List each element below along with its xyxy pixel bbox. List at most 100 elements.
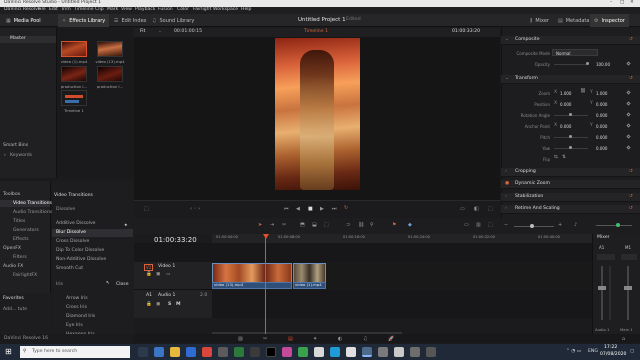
app-icon[interactable] — [378, 347, 388, 357]
loop-icon[interactable]: ↻ — [344, 205, 348, 211]
link-icon[interactable]: ⛓ — [580, 89, 586, 95]
reset-icon[interactable]: ↺ — [629, 37, 633, 43]
deliver-page-icon[interactable]: 🚀 — [388, 336, 394, 342]
transition-item[interactable]: Diamond Iris — [66, 314, 95, 320]
davinci-resolve-taskbar-icon[interactable] — [362, 347, 372, 357]
yaw-knob[interactable] — [569, 146, 572, 149]
edit-index-button[interactable]: ☰ Edit Index — [110, 14, 151, 27]
menu-help[interactable]: Help — [241, 7, 251, 13]
menu-davinci[interactable]: DaVinci Resolve — [4, 7, 41, 13]
color-page-icon[interactable]: ◐ — [338, 336, 342, 342]
lock-track-icon[interactable]: 🔒 — [146, 272, 152, 278]
menu-file[interactable]: File — [38, 7, 46, 13]
opacity-knob[interactable] — [586, 62, 589, 65]
a1-fader-track[interactable] — [601, 266, 603, 320]
app-icon[interactable] — [346, 347, 356, 357]
fullscreen-icon[interactable]: ⬚ — [488, 206, 493, 212]
clip-thumbnail[interactable] — [61, 41, 87, 57]
m1-fader-track[interactable] — [627, 266, 629, 320]
transition-item[interactable]: Arrow Iris — [66, 296, 88, 302]
transition-item[interactable]: Cross Iris — [66, 305, 87, 311]
anchor-y-value[interactable]: 0.000 — [596, 124, 607, 129]
timeline-zoom-knob[interactable] — [530, 224, 534, 228]
taskbar-search-input[interactable]: ⚲ Type here to search — [20, 346, 130, 358]
viewer-zoom-select[interactable]: Fit — [140, 29, 145, 35]
media-pool-button[interactable]: ▦ Media Pool — [2, 14, 45, 27]
menu-workspace[interactable]: Workspace — [213, 7, 238, 13]
cropping-section[interactable]: › Cropping ↺ — [501, 168, 640, 177]
transform-section[interactable]: ⌄ Transform ↺ — [501, 75, 640, 84]
replace-clip-icon[interactable]: ⬚ — [324, 222, 329, 228]
effects-item[interactable]: Effects — [13, 237, 29, 243]
auto-select-icon[interactable]: ▣ — [156, 302, 160, 308]
mute-button[interactable]: M — [176, 302, 181, 308]
timeline-thumbnail[interactable] — [61, 90, 87, 106]
store-icon[interactable] — [186, 347, 196, 357]
menu-playback[interactable]: Playback — [135, 7, 156, 13]
transition-item[interactable]: Dip To Color Dissolve — [56, 248, 104, 254]
position-y-value[interactable]: 0.000 — [596, 102, 607, 107]
edge-icon[interactable] — [154, 347, 164, 357]
clock-time[interactable]: 17:22 — [604, 345, 617, 351]
playhead-handle[interactable] — [263, 234, 269, 239]
titles-item[interactable]: Titles — [13, 219, 25, 225]
enable-dot-icon[interactable]: ● — [505, 181, 509, 187]
app-icon[interactable] — [330, 347, 340, 357]
lock-track-icon[interactable]: 🔒 — [146, 302, 152, 308]
app-icon[interactable] — [394, 347, 404, 357]
insert-clip-icon[interactable]: ⬒ — [300, 222, 305, 228]
app-icon[interactable] — [218, 347, 228, 357]
reset-icon[interactable]: ↺ — [629, 76, 633, 82]
notification-icon[interactable]: ▢ — [630, 349, 634, 355]
task-view-icon[interactable] — [138, 347, 148, 357]
linked-selection-icon[interactable]: ⛓ — [358, 222, 364, 228]
close-window-button[interactable]: ✕ — [630, 0, 634, 6]
language-indicator[interactable]: ENG — [588, 349, 598, 355]
effects-library-button[interactable]: ✧ Effects Library — [58, 14, 110, 27]
sound-library-button[interactable]: ♫ Sound Library — [148, 14, 198, 27]
app-icon[interactable] — [250, 347, 260, 357]
menu-fairlight[interactable]: Fairlight — [193, 7, 211, 13]
composite-section[interactable]: ⌄ Composite ↺ — [501, 36, 640, 45]
maximize-button[interactable]: □ — [620, 0, 624, 6]
app-icon[interactable] — [314, 347, 324, 357]
match-frame-icon[interactable]: ▭ — [460, 206, 465, 212]
position-x-value[interactable]: 0.000 — [560, 102, 571, 107]
reset-icon[interactable]: ↺ — [629, 206, 633, 212]
menu-edit[interactable]: Edit — [49, 7, 58, 13]
menu-view[interactable]: View — [121, 7, 132, 13]
clip-thumbnail[interactable] — [61, 66, 87, 82]
audio-fx-item[interactable]: Audio FX — [3, 264, 23, 270]
skip-end-icon[interactable]: ⏭ — [332, 206, 337, 212]
app-icon[interactable] — [266, 347, 276, 357]
clip-thumbnail[interactable] — [97, 41, 123, 57]
input-select[interactable] — [621, 254, 637, 260]
inspector-button[interactable]: ⚙ Inspector — [590, 14, 629, 27]
close-button[interactable]: Close — [116, 282, 129, 288]
custom-zoom-icon[interactable]: ⬚ — [488, 222, 493, 228]
video-clip[interactable] — [212, 263, 292, 284]
m1-fader-knob[interactable] — [624, 286, 632, 290]
system-tray-icons[interactable]: ⌃ ◔ ▭ — [566, 349, 581, 355]
opacity-value[interactable]: 100.00 — [596, 62, 610, 67]
file-explorer-icon[interactable] — [170, 347, 180, 357]
favorite-item[interactable]: Add... tute — [3, 307, 27, 313]
reset-icon[interactable]: ↺ — [629, 194, 633, 200]
transition-item[interactable]: Eye Iris — [66, 323, 83, 329]
a1-track-badge[interactable]: A1 — [146, 293, 152, 299]
solo-button[interactable]: S — [168, 302, 171, 308]
master-volume-slider[interactable] — [596, 225, 632, 226]
rotation-knob[interactable] — [569, 113, 572, 116]
trim-tool-icon[interactable]: ⇥ — [270, 222, 274, 228]
zoom-y-value[interactable]: 1.000 — [596, 91, 607, 96]
timeline-ruler[interactable]: 01:00:00:00 01:00:08:00 01:00:16:00 01:0… — [212, 234, 592, 243]
home-icon[interactable]: ⌂ — [622, 336, 625, 342]
flag-icon[interactable]: ⚑ — [392, 222, 396, 228]
playhead-line[interactable] — [265, 234, 266, 334]
zoom-x-value[interactable]: 1.000 — [560, 91, 571, 96]
input-select[interactable] — [597, 254, 615, 260]
marker-icon[interactable]: ◆ — [408, 222, 412, 228]
edit-page-icon[interactable]: ▤ — [288, 336, 293, 342]
reset-icon[interactable]: ↺ — [629, 169, 633, 175]
detail-zoom-icon[interactable]: ▥ — [476, 222, 481, 228]
